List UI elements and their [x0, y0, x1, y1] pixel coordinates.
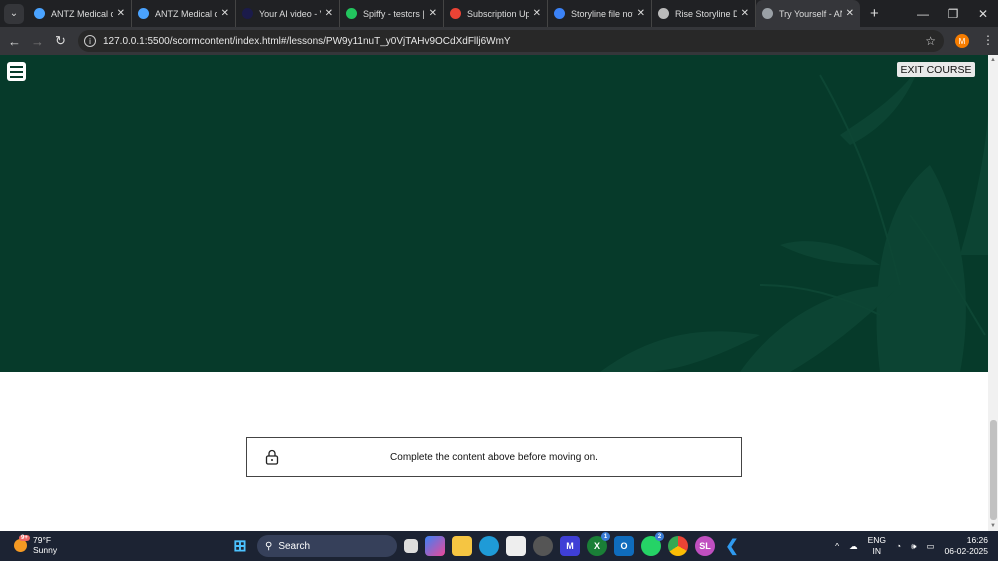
tab-strip: ⌄ ANTZ Medical ca✕ANTZ Medical ca✕Your A… [0, 0, 998, 27]
address-bar[interactable]: i 127.0.0.1:5500/scormcontent/index.html… [78, 30, 944, 52]
tab-close-icon[interactable]: ✕ [741, 8, 749, 19]
tab-close-icon[interactable]: ✕ [846, 8, 854, 19]
chrome-icon[interactable] [668, 536, 688, 556]
outlook-icon[interactable]: O [614, 536, 634, 556]
page-scrollbar[interactable]: ▲ ▼ [988, 55, 998, 531]
minimize-button[interactable]: — [908, 7, 938, 21]
tab-favicon-icon [658, 8, 669, 19]
search-icon: ⚲ [265, 540, 273, 552]
sun-icon: 9+ [14, 534, 30, 552]
file-explorer-icon[interactable] [452, 536, 472, 556]
clock[interactable]: 16:26 06-02-2025 [945, 535, 988, 557]
copilot-icon[interactable] [425, 536, 445, 556]
tab-favicon-icon [346, 8, 357, 19]
profile-avatar[interactable]: M [955, 34, 969, 48]
leaf-decoration [600, 65, 988, 372]
xbox-icon[interactable]: X1 [587, 532, 610, 556]
back-button[interactable]: ← [3, 34, 26, 49]
menu-button[interactable] [7, 62, 26, 81]
scroll-down-icon[interactable]: ▼ [990, 523, 996, 529]
tab-favicon-icon [34, 8, 45, 19]
start-button-windows-icon[interactable]: ⊞ [230, 536, 250, 556]
tab-favicon-icon [242, 8, 253, 19]
scrollbar-thumb[interactable] [990, 420, 997, 520]
battery-icon[interactable]: ▭ [926, 541, 934, 552]
browser-tab[interactable]: ANTZ Medical ca ✕ [132, 0, 236, 27]
taskbar: 9+ 79°F Sunny ⊞ ⚲ Search M X1 O 2 SL ❮ ^ ☁… [0, 531, 998, 561]
weather-desc: Sunny [33, 545, 58, 555]
close-window-button[interactable]: ✕ [968, 7, 998, 21]
tab-favicon-icon [554, 8, 565, 19]
tab-title: Rise Storyline De [675, 8, 737, 19]
tab-title: Your AI video - V [259, 8, 321, 19]
slack-profile-icon[interactable]: SL [695, 536, 715, 556]
edge-icon[interactable] [479, 536, 499, 556]
course-page: EXIT COURSE Complete the content above b… [0, 55, 988, 531]
bookmark-star-icon[interactable]: ☆ [925, 34, 936, 48]
lesson-hero: EXIT COURSE [0, 55, 988, 372]
browser-tab[interactable]: Spiffy - testcrs | / ✕ [340, 0, 444, 27]
site-info-icon[interactable]: i [84, 35, 96, 47]
app-icon[interactable] [533, 536, 553, 556]
tab-title: Try Yourself - AN [779, 8, 842, 19]
tab-close-icon[interactable]: ✕ [117, 8, 125, 19]
weather-widget[interactable]: 9+ 79°F Sunny [14, 534, 58, 555]
onedrive-icon[interactable]: ☁ [849, 541, 858, 552]
tab-title: Subscription Upc [467, 8, 529, 19]
xbox-badge: 1 [601, 532, 610, 541]
tab-close-icon[interactable]: ✕ [429, 8, 437, 19]
lock-icon [265, 449, 279, 465]
tab-favicon-icon [450, 8, 461, 19]
browser-tab[interactable]: Rise Storyline De ✕ [652, 0, 756, 27]
restore-button[interactable]: ❐ [938, 7, 968, 21]
tab-title: Spiffy - testcrs | / [363, 8, 425, 19]
tab-favicon-icon [138, 8, 149, 19]
tray-chevron-icon[interactable]: ^ [835, 541, 839, 551]
scroll-up-icon[interactable]: ▲ [990, 57, 996, 63]
volume-icon[interactable]: 🕪 [911, 541, 916, 552]
lock-message: Complete the content above before moving… [390, 451, 598, 463]
tab-title: ANTZ Medical ca [155, 8, 217, 19]
tab-title: Storyline file not [571, 8, 633, 19]
wifi-icon[interactable]: ◔ [896, 541, 901, 551]
toolbar: ← → ↻ i 127.0.0.1:5500/scormcontent/inde… [0, 27, 998, 55]
weather-temp: 79°F [33, 535, 52, 545]
tab-close-icon[interactable]: ✕ [325, 8, 333, 19]
tab-close-icon[interactable]: ✕ [637, 8, 645, 19]
browser-tab[interactable]: Subscription Upc ✕ [444, 0, 548, 27]
weather-badge: 9+ [19, 534, 30, 541]
vscode-icon[interactable]: ❮ [722, 536, 742, 556]
whatsapp-icon[interactable]: 2 [641, 532, 664, 556]
url-text[interactable]: 127.0.0.1:5500/scormcontent/index.html#/… [103, 36, 511, 47]
language-indicator[interactable]: ENG IN [868, 535, 886, 557]
new-tab-button[interactable]: + [870, 5, 879, 22]
app-m-icon[interactable]: M [560, 536, 580, 556]
continue-lock-block: Complete the content above before moving… [246, 437, 742, 477]
browser-tab[interactable]: ANTZ Medical ca ✕ [28, 0, 132, 27]
reload-button[interactable]: ↻ [49, 33, 72, 49]
tab-search-button[interactable]: ⌄ [4, 3, 24, 24]
tab-favicon-icon [762, 8, 773, 19]
whatsapp-badge: 2 [655, 532, 664, 541]
tab-close-icon[interactable]: ✕ [221, 8, 229, 19]
search-label: Search [278, 540, 311, 552]
browser-tab[interactable]: Try Yourself - AN ✕ [756, 0, 860, 27]
tab-close-icon[interactable]: ✕ [533, 8, 541, 19]
browser-menu-icon[interactable]: ⋮ [982, 33, 994, 47]
browser-tab[interactable]: Your AI video - V ✕ [236, 0, 340, 27]
tab-title: ANTZ Medical ca [51, 8, 113, 19]
task-view-icon[interactable] [404, 539, 418, 553]
store-icon[interactable] [506, 536, 526, 556]
forward-button[interactable]: → [26, 34, 49, 49]
exit-course-button[interactable]: EXIT COURSE [897, 62, 975, 77]
browser-tab[interactable]: Storyline file not ✕ [548, 0, 652, 27]
taskbar-search[interactable]: ⚲ Search [257, 535, 397, 557]
